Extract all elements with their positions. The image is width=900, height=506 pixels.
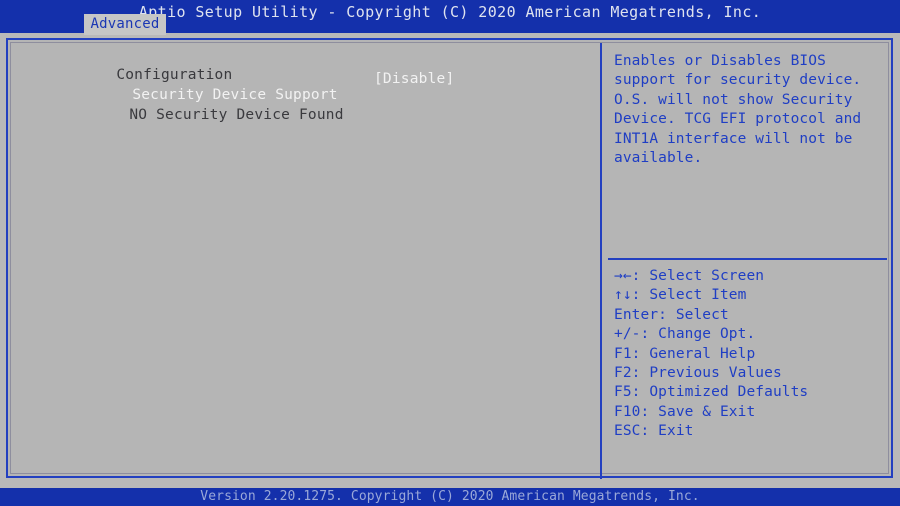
legend-item-label: : Optimized Defaults: [631, 384, 809, 401]
arrow-left-right-icon: →←: [614, 268, 632, 284]
legend-item-label: : Change Opt.: [640, 326, 756, 343]
key-legend: →←: Select Screen ↑↓: Select Item Enter:…: [614, 267, 808, 442]
legend-item-key: F2: [614, 365, 632, 382]
help-text-line: Enables or Disables BIOS: [614, 53, 826, 69]
settings-group-title: Configuration: [116, 67, 233, 83]
setting-value-security-device-support[interactable]: [Disable]: [374, 71, 454, 87]
setting-row-security-device-support[interactable]: Security Device Support [Disable]: [29, 71, 600, 103]
status-no-security-device: NO Security Device Found: [129, 107, 344, 123]
version-text: Version 2.20.1275. Copyright (C) 2020 Am…: [200, 489, 700, 504]
legend-item-enter-select: Enter: Select: [614, 306, 808, 325]
legend-item-save-exit: F10: Save & Exit: [614, 403, 808, 422]
legend-item-optimized-defaults: F5: Optimized Defaults: [614, 383, 808, 402]
legend-item-label: : General Help: [631, 345, 756, 362]
legend-item-label: : Select: [658, 306, 729, 323]
legend-item-key: Enter: [614, 306, 659, 323]
legend-item-general-help: F1: General Help: [614, 345, 808, 364]
legend-item-key: F1: [614, 345, 632, 362]
main-frame: Configuration Security Device Support [D…: [6, 38, 893, 479]
legend-item-key: F5: [614, 384, 632, 401]
settings-panel: Configuration Security Device Support [D…: [11, 43, 600, 479]
legend-item-change-opt: +/-: Change Opt.: [614, 325, 808, 344]
help-separator: [608, 258, 887, 260]
help-text-line: available.: [614, 150, 703, 167]
legend-item-key: ESC: [614, 423, 641, 440]
legend-item-select-item: ↑↓: Select Item: [614, 286, 808, 305]
legend-item-label: : Save & Exit: [640, 403, 756, 420]
tab-advanced[interactable]: Advanced: [84, 14, 166, 35]
main-frame-inner: Configuration Security Device Support [D…: [10, 42, 889, 479]
help-text-line: support for security device.: [614, 72, 862, 89]
help-text-line: Device. TCG EFI protocol and: [614, 111, 862, 128]
bios-setup-screen: Aptio Setup Utility - Copyright (C) 2020…: [0, 0, 900, 506]
help-text-line: O.S. will not show Security: [614, 91, 853, 108]
arrow-up-down-icon: ↑↓: [614, 287, 632, 304]
legend-item-key: F10: [614, 403, 641, 420]
legend-item-label: : Exit: [640, 423, 694, 440]
legend-item-exit: ESC: Exit: [614, 422, 808, 441]
legend-item-label: : Select Screen: [631, 268, 765, 284]
help-panel: Enables or Disables BIOS support for sec…: [602, 43, 893, 479]
legend-item-label: : Previous Values: [631, 365, 782, 382]
legend-item-key: +/-: [614, 326, 641, 343]
legend-item-previous-values: F2: Previous Values: [614, 364, 808, 383]
help-text-line: INT1A interface will not be: [614, 130, 853, 147]
footer-bar: Version 2.20.1275. Copyright (C) 2020 Am…: [0, 488, 900, 506]
legend-item-label: : Select Item: [631, 287, 747, 304]
legend-item-select-screen: →←: Select Screen: [614, 267, 808, 286]
